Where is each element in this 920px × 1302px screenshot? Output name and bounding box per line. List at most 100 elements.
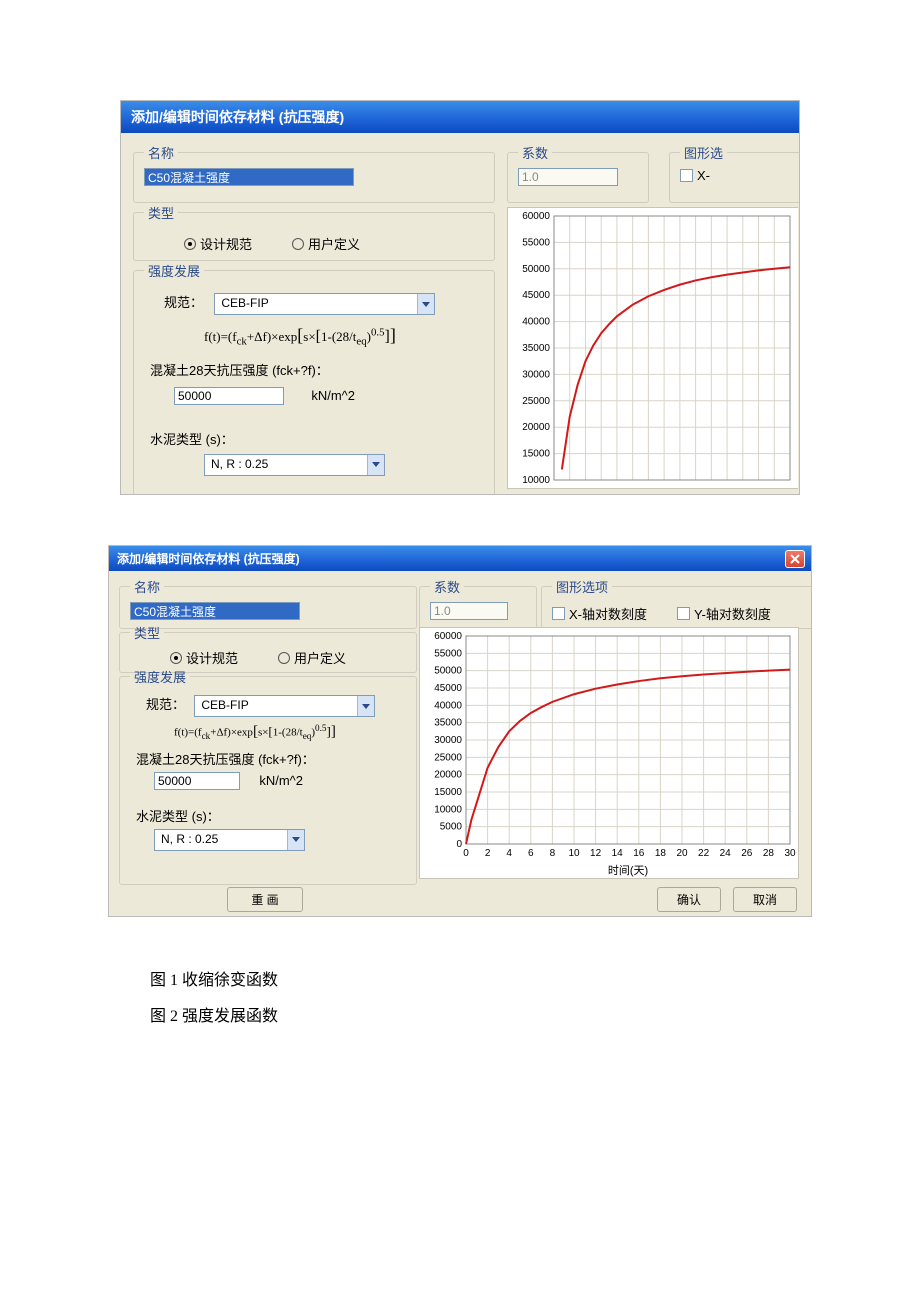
svg-text:15000: 15000 <box>522 449 550 460</box>
svg-text:20000: 20000 <box>434 770 462 781</box>
fck-label: 混凝土28天抗压强度 (fck+?f)： <box>136 749 406 768</box>
ylog-checkbox[interactable]: Y-轴对数刻度 <box>677 604 771 623</box>
svg-text:24: 24 <box>720 848 732 859</box>
svg-text:4: 4 <box>506 848 512 859</box>
cancel-button[interactable]: 取消 <box>733 887 797 912</box>
svg-text:8: 8 <box>550 848 556 859</box>
cement-combo-value: N, R : 0.25 <box>205 455 367 475</box>
svg-text:16: 16 <box>633 848 645 859</box>
svg-text:22: 22 <box>698 848 710 859</box>
svg-text:时间(天): 时间(天) <box>608 864 648 877</box>
coeff-legend: 系数 <box>518 143 552 162</box>
radio-spec-label: 设计规范 <box>200 234 252 253</box>
fck-input[interactable] <box>154 772 240 790</box>
svg-text:14: 14 <box>612 848 624 859</box>
type-group: 类型 设计规范 用户定义 <box>133 203 495 261</box>
coeff-group: 系数 <box>507 143 649 203</box>
svg-text:10000: 10000 <box>522 475 550 486</box>
combo-arrow-icon <box>367 455 384 475</box>
fck-label: 混凝土28天抗压强度 (fck+?f)： <box>150 360 484 379</box>
coeff-legend: 系数 <box>430 577 464 596</box>
svg-text:40000: 40000 <box>434 700 462 711</box>
svg-text:50000: 50000 <box>434 666 462 677</box>
coeff-input <box>430 602 508 620</box>
checkbox-icon <box>680 169 693 182</box>
titlebar: 添加/编辑时间依存材料 (抗压强度) <box>109 546 811 571</box>
graphopt-legend: 图形选项 <box>552 577 612 596</box>
spec-combo[interactable]: CEB-FIP <box>214 293 435 315</box>
svg-text:5000: 5000 <box>440 822 463 833</box>
figure-caption-1: 图 1 收缩徐变函数 <box>150 967 860 995</box>
svg-text:26: 26 <box>741 848 753 859</box>
svg-text:10000: 10000 <box>434 804 462 815</box>
radio-dot-on-icon <box>184 238 196 250</box>
xlog-checkbox[interactable]: X- <box>680 168 710 183</box>
radio-user[interactable]: 用户定义 <box>292 234 360 253</box>
svg-text:0: 0 <box>456 839 462 850</box>
dialog-cropped: 添加/编辑时间依存材料 (抗压强度) 名称 系数 图形选 X- 类型 设计 <box>120 100 800 495</box>
svg-text:18: 18 <box>655 848 667 859</box>
radio-user-label: 用户定义 <box>308 234 360 253</box>
svg-text:45000: 45000 <box>522 290 550 301</box>
name-input[interactable] <box>130 602 300 620</box>
svg-text:0: 0 <box>463 848 469 859</box>
cement-combo[interactable]: N, R : 0.25 <box>204 454 385 476</box>
name-group: 名称 <box>119 577 417 629</box>
svg-text:28: 28 <box>763 848 775 859</box>
combo-arrow-icon <box>287 830 304 850</box>
radio-dot-off-icon <box>292 238 304 250</box>
fck-input[interactable] <box>174 387 284 405</box>
xlog-label: X-轴对数刻度 <box>569 604 647 623</box>
svg-text:55000: 55000 <box>522 237 550 248</box>
svg-text:30: 30 <box>784 848 796 859</box>
checkbox-icon <box>552 607 565 620</box>
svg-text:15000: 15000 <box>434 787 462 798</box>
chart-area: 1000015000200002500030000350004000045000… <box>507 207 798 489</box>
svg-text:45000: 45000 <box>434 683 462 694</box>
ok-button[interactable]: 确认 <box>657 887 721 912</box>
svg-text:35000: 35000 <box>522 343 550 354</box>
xlog-label: X- <box>697 168 710 183</box>
radio-spec-label: 设计规范 <box>186 648 238 667</box>
chart-area: 0500010000150002000025000300003500040000… <box>419 627 799 879</box>
spec-label: 规范： <box>164 295 203 310</box>
type-legend: 类型 <box>130 623 164 642</box>
spec-combo[interactable]: CEB-FIP <box>194 695 375 717</box>
svg-text:30000: 30000 <box>434 735 462 746</box>
figure-caption-2: 图 2 强度发展函数 <box>150 1003 860 1031</box>
coeff-input <box>518 168 618 186</box>
radio-user[interactable]: 用户定义 <box>278 648 346 667</box>
strength-legend: 强度发展 <box>130 667 190 686</box>
radio-dot-on-icon <box>170 652 182 664</box>
spec-combo-value: CEB-FIP <box>215 294 417 314</box>
cement-label: 水泥类型 (s)： <box>150 429 484 448</box>
name-legend: 名称 <box>130 577 164 596</box>
svg-text:20000: 20000 <box>522 422 550 433</box>
radio-spec[interactable]: 设计规范 <box>184 234 252 253</box>
xlog-checkbox[interactable]: X-轴对数刻度 <box>552 604 647 623</box>
strength-legend: 强度发展 <box>144 261 204 280</box>
svg-text:6: 6 <box>528 848 534 859</box>
name-input[interactable] <box>144 168 354 186</box>
svg-text:50000: 50000 <box>522 264 550 275</box>
formula-text: f(t)=(fck+Δf)×exp[s×[1-(28/teq)0.5]] <box>174 723 406 741</box>
radio-user-label: 用户定义 <box>294 648 346 667</box>
svg-text:40000: 40000 <box>522 317 550 328</box>
svg-text:2: 2 <box>485 848 491 859</box>
redraw-button[interactable]: 重 画 <box>227 887 303 912</box>
titlebar: 添加/编辑时间依存材料 (抗压强度) <box>121 101 799 133</box>
radio-spec[interactable]: 设计规范 <box>170 648 238 667</box>
svg-text:10: 10 <box>568 848 580 859</box>
svg-text:12: 12 <box>590 848 602 859</box>
svg-text:35000: 35000 <box>434 718 462 729</box>
cement-combo-value: N, R : 0.25 <box>155 830 287 850</box>
fck-unit: kN/m^2 <box>311 388 355 403</box>
dialog-full: www.bdocx.com 添加/编辑时间依存材料 (抗压强度) 名称 系数 图… <box>108 545 812 917</box>
coeff-group: 系数 <box>419 577 537 629</box>
graphopt-group: 图形选项 X-轴对数刻度 Y-轴对数刻度 <box>541 577 812 629</box>
svg-text:20: 20 <box>676 848 688 859</box>
name-legend: 名称 <box>144 143 178 162</box>
cement-combo[interactable]: N, R : 0.25 <box>154 829 305 851</box>
svg-text:25000: 25000 <box>522 396 550 407</box>
close-button[interactable] <box>785 550 805 568</box>
